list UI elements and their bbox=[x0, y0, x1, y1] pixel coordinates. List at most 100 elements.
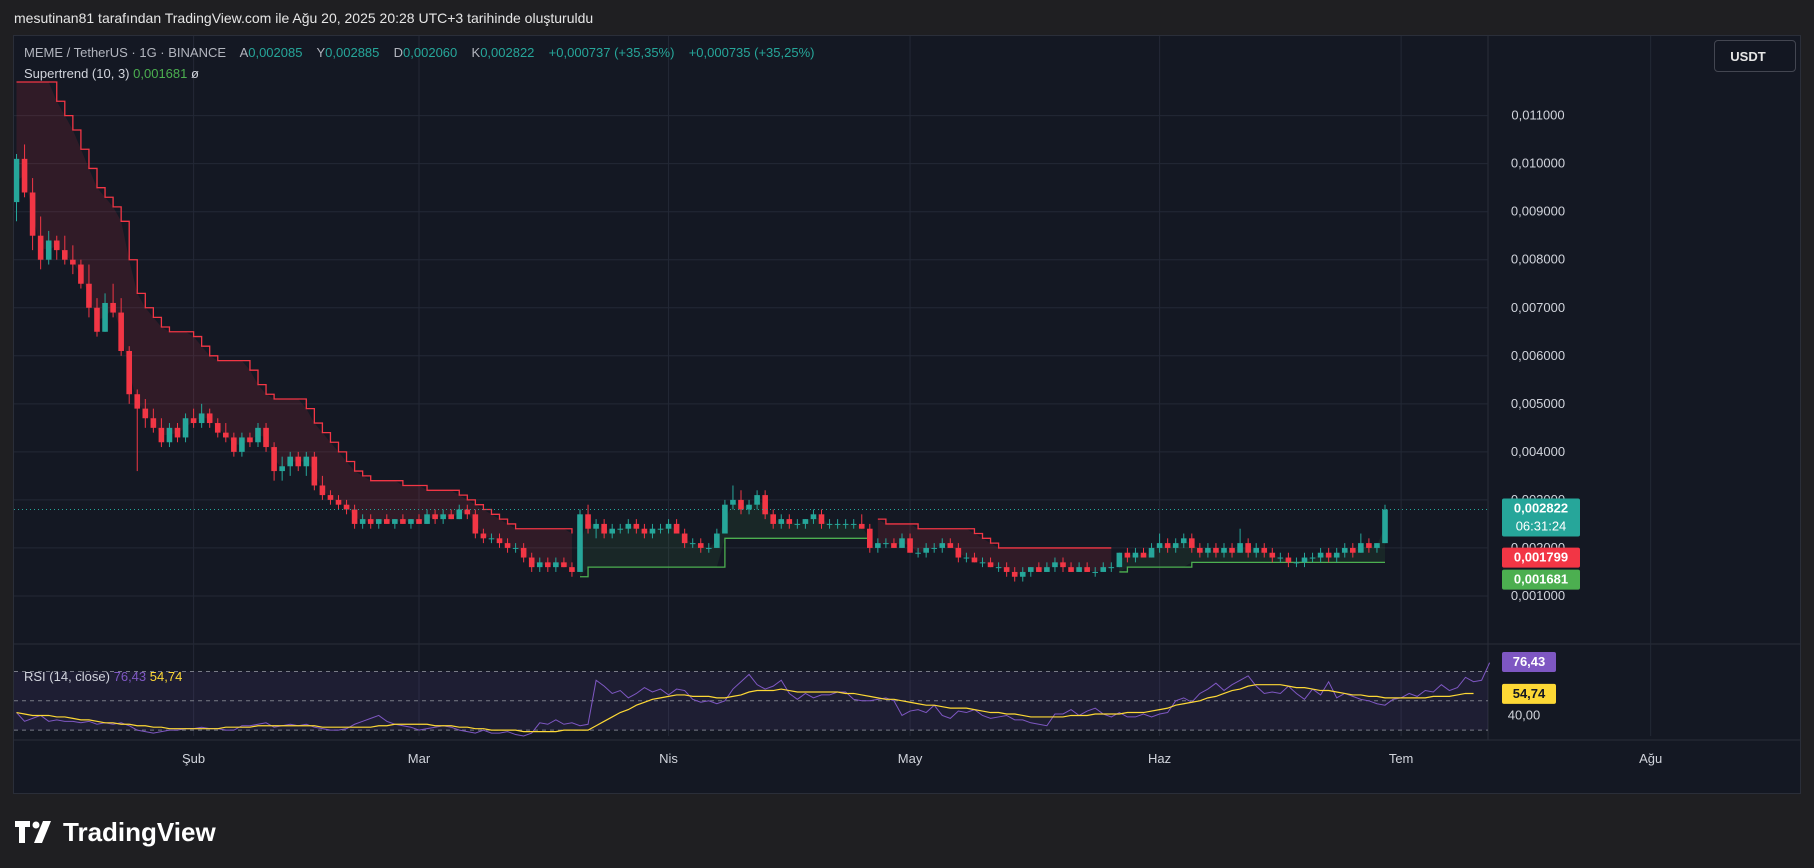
candle-body bbox=[110, 302, 116, 313]
candle-body bbox=[311, 456, 318, 486]
open-value: 0,002085 bbox=[248, 45, 303, 60]
candle-body bbox=[1382, 509, 1388, 544]
candle-body bbox=[657, 528, 664, 530]
candle-body bbox=[408, 519, 414, 524]
candle-body bbox=[1213, 547, 1219, 553]
candle-body bbox=[367, 519, 374, 524]
candle-body bbox=[279, 466, 285, 472]
candle-body bbox=[102, 302, 108, 332]
change-value: +0,000737 (+35,35%) bbox=[548, 45, 675, 60]
candle-body bbox=[875, 543, 881, 548]
rsi-ma-value: 54,74 bbox=[149, 669, 183, 684]
candle-body bbox=[601, 523, 607, 534]
candle-body bbox=[1341, 547, 1348, 553]
candle-body bbox=[673, 523, 680, 534]
candle-body bbox=[858, 523, 865, 529]
supertrend-label: Supertrend (10, 3) bbox=[24, 66, 130, 81]
candle-body bbox=[424, 514, 430, 524]
candle-body bbox=[1084, 567, 1090, 572]
candle-body bbox=[14, 158, 20, 203]
candle-body bbox=[247, 437, 253, 443]
eye-icon[interactable]: ø bbox=[191, 66, 199, 81]
price-tick-label: 0,010000 bbox=[1511, 156, 1565, 171]
candle-body bbox=[545, 562, 551, 568]
candle-body bbox=[400, 519, 406, 524]
chart-caption: mesutinan81 tarafından TradingView.com i… bbox=[14, 10, 594, 26]
price-tick-label: 0,001000 bbox=[1511, 588, 1565, 603]
price-tick-label: 0,009000 bbox=[1511, 204, 1565, 219]
candle-body bbox=[850, 523, 857, 525]
candle-body bbox=[1366, 543, 1372, 548]
candle-body bbox=[448, 514, 454, 520]
close-value: 0,002822 bbox=[480, 45, 535, 60]
candle-body bbox=[287, 456, 293, 467]
candle-body bbox=[971, 557, 978, 563]
candle-body bbox=[706, 547, 712, 549]
rsi-value: 76,43 bbox=[113, 669, 147, 684]
candle-body bbox=[738, 499, 744, 510]
candle-body bbox=[617, 528, 624, 530]
chart-area[interactable]: 0,011000 0,010000 0,009000 0,008000 0,007000… bbox=[13, 35, 1801, 794]
candle-body bbox=[842, 523, 849, 525]
tradingview-logo-text: TradingView bbox=[63, 816, 216, 847]
candle-body bbox=[1132, 552, 1139, 558]
candle-body bbox=[834, 523, 841, 525]
candle-body bbox=[1092, 571, 1098, 573]
candle-body bbox=[520, 547, 527, 558]
candle-body bbox=[440, 514, 446, 520]
candle-body bbox=[512, 547, 519, 549]
candle-body bbox=[142, 408, 149, 419]
candle-body bbox=[1060, 562, 1066, 568]
time-tick-label: Mar bbox=[408, 751, 431, 766]
candle-body bbox=[1333, 552, 1340, 558]
candle-body bbox=[593, 523, 599, 529]
currency-button[interactable]: USDT bbox=[1714, 40, 1796, 72]
candle-body bbox=[488, 538, 495, 540]
candle-body bbox=[681, 533, 688, 544]
candle-body bbox=[625, 523, 632, 529]
candle-body bbox=[1253, 547, 1259, 553]
price-tick-label: 0,005000 bbox=[1511, 396, 1565, 411]
candle-body bbox=[1164, 543, 1171, 548]
candle-body bbox=[78, 264, 84, 284]
candle-body bbox=[21, 158, 28, 193]
chart-svg[interactable]: 0,011000 0,010000 0,009000 0,008000 0,007000… bbox=[14, 36, 1800, 793]
candle-body bbox=[351, 509, 358, 524]
supertrend-legend[interactable]: Supertrend (10, 3) 0,001681 ø bbox=[24, 66, 199, 81]
high-label: Y bbox=[316, 45, 326, 60]
time-tick-label: Nis bbox=[659, 751, 678, 766]
candle-body bbox=[995, 567, 1002, 569]
rsi-legend[interactable]: RSI (14, close) 76,43 54,74 bbox=[24, 669, 182, 684]
candle-body bbox=[150, 418, 157, 428]
tradingview-logo[interactable]: TradingView bbox=[15, 816, 216, 847]
candle-body bbox=[1237, 543, 1243, 553]
candle-body bbox=[665, 523, 672, 529]
candle-body bbox=[206, 413, 213, 424]
time-tick-label: Ağu bbox=[1639, 751, 1662, 766]
candle-body bbox=[1028, 567, 1034, 572]
low-value: 0,002060 bbox=[403, 45, 458, 60]
candle-body bbox=[432, 514, 438, 520]
candle-body bbox=[923, 547, 929, 553]
candle-body bbox=[939, 543, 946, 548]
candle-body bbox=[633, 523, 640, 529]
candle-body bbox=[480, 533, 487, 539]
candle-body bbox=[1011, 571, 1018, 577]
candle-body bbox=[231, 437, 237, 452]
symbol-name[interactable]: MEME / TetherUS · 1G · BINANCE bbox=[24, 45, 226, 60]
candle-body bbox=[319, 485, 326, 496]
candle-body bbox=[1036, 567, 1042, 572]
candle-body bbox=[416, 519, 422, 524]
candle-body bbox=[899, 538, 905, 548]
candle-body bbox=[118, 312, 124, 351]
price-badge-label: 0,002822 bbox=[1514, 500, 1568, 515]
time-tick-label: May bbox=[898, 751, 923, 766]
candle-body bbox=[754, 495, 760, 505]
candle-body bbox=[190, 418, 197, 424]
candle-body bbox=[263, 427, 269, 448]
candle-body bbox=[359, 519, 366, 524]
candle-body bbox=[802, 519, 809, 524]
time-tick-label: Tem bbox=[1389, 751, 1414, 766]
candle-body bbox=[1325, 552, 1332, 558]
candle-body bbox=[907, 538, 913, 553]
